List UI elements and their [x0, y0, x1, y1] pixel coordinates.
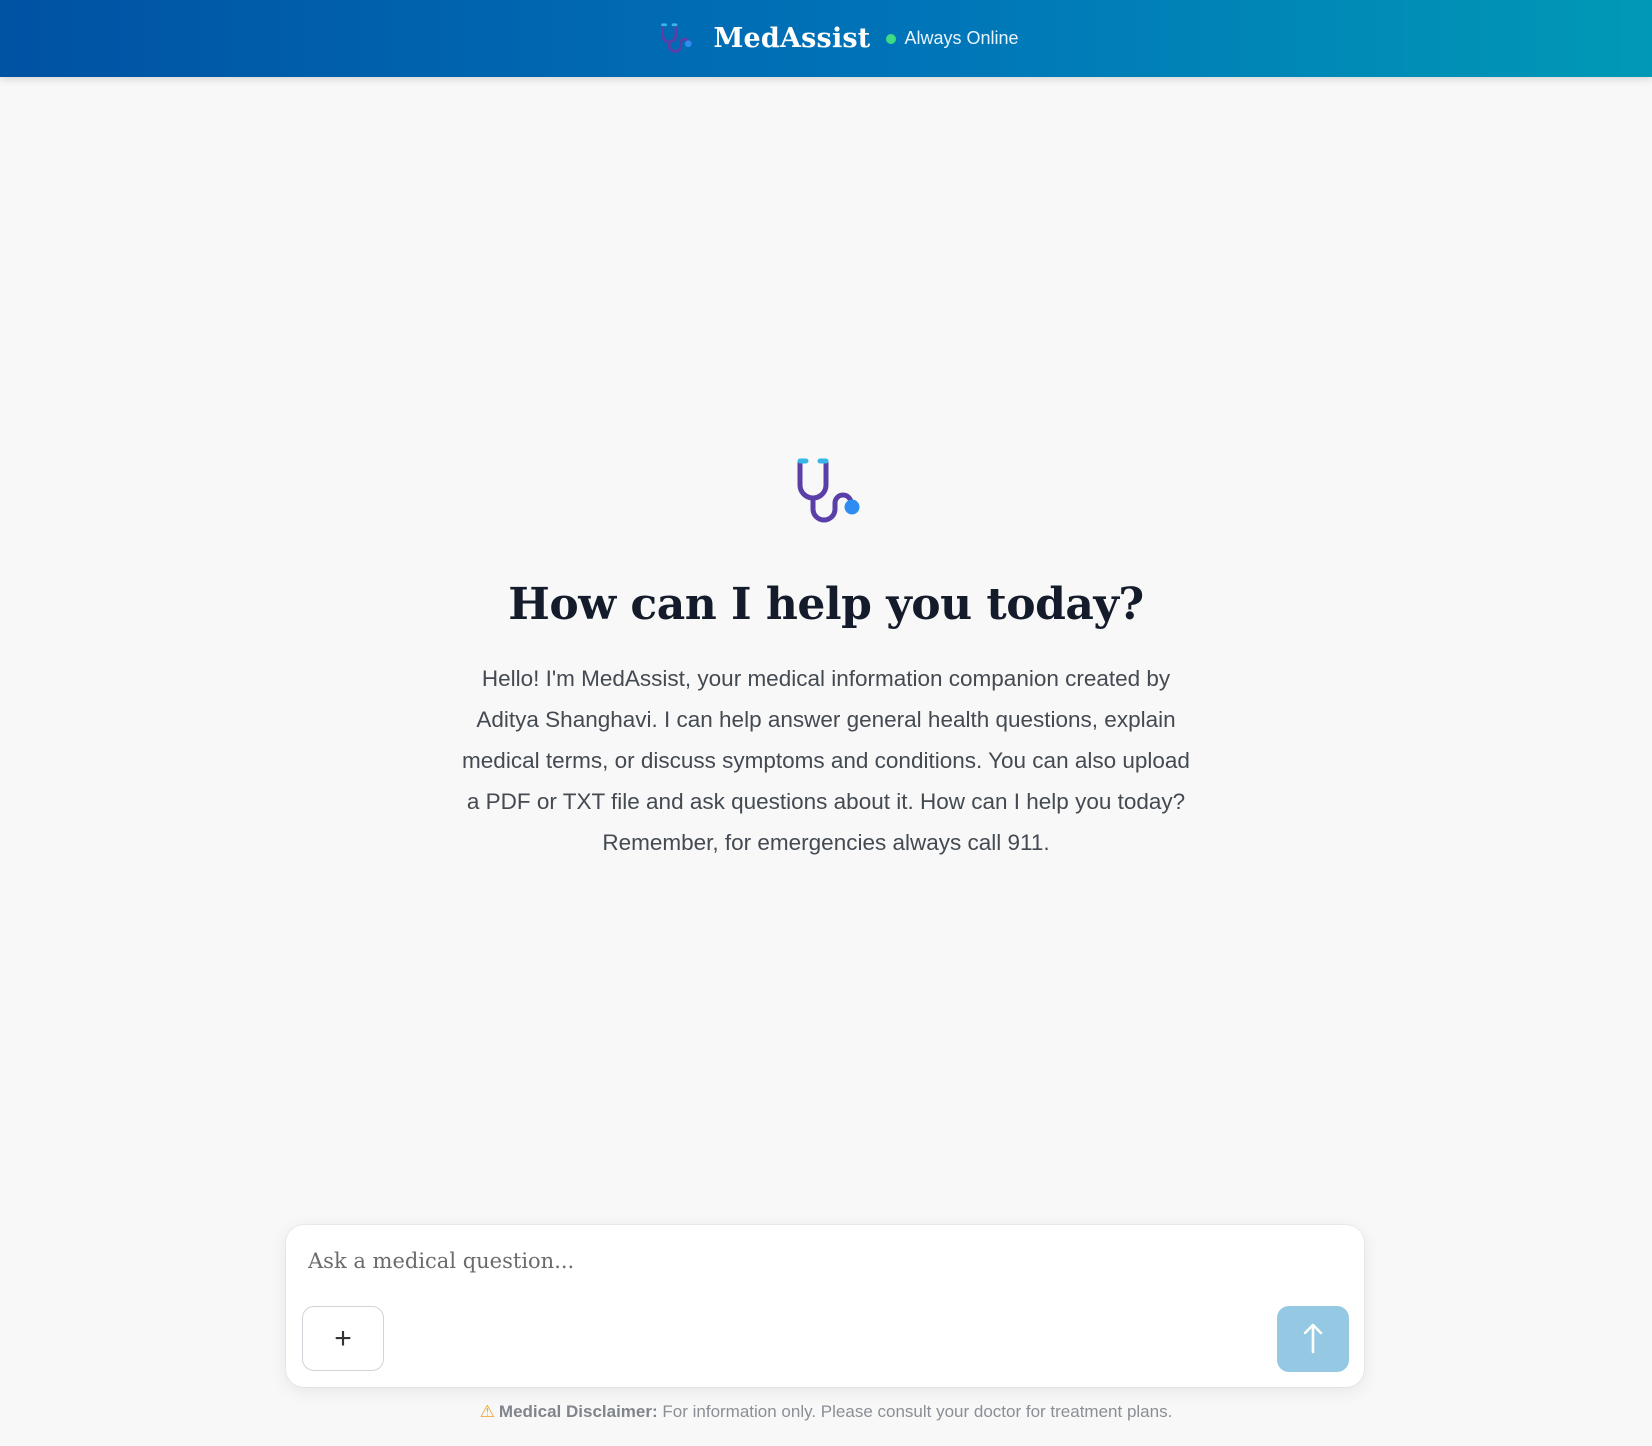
- plus-icon: +: [334, 1321, 352, 1355]
- welcome-section: How can I help you today? Hello! I'm Med…: [0, 455, 1652, 863]
- stethoscope-icon: [786, 455, 866, 531]
- online-dot-icon: [886, 33, 897, 44]
- header-brand: MedAssist Always Online: [655, 19, 1019, 59]
- app-header: MedAssist Always Online: [0, 0, 1652, 77]
- welcome-title: How can I help you today?: [508, 579, 1144, 630]
- medical-disclaimer: ⚠ Medical Disclaimer: For information onl…: [0, 1402, 1652, 1422]
- disclaimer-label: Medical Disclaimer:: [498, 1402, 658, 1421]
- attach-file-button[interactable]: +: [302, 1306, 384, 1371]
- message-input[interactable]: [308, 1241, 1338, 1281]
- message-composer: +: [286, 1225, 1364, 1387]
- stethoscope-icon: [655, 19, 695, 59]
- status-indicator: Always Online: [886, 28, 1019, 49]
- status-text: Always Online: [904, 28, 1019, 48]
- disclaimer-text: For information only. Please consult you…: [662, 1402, 1173, 1421]
- arrow-up-icon: [1302, 1322, 1324, 1357]
- welcome-message: Hello! I'm MedAssist, your medical infor…: [462, 666, 1190, 855]
- app-title: MedAssist: [713, 23, 871, 54]
- warning-icon: ⚠: [479, 1402, 495, 1421]
- send-button[interactable]: [1277, 1306, 1349, 1372]
